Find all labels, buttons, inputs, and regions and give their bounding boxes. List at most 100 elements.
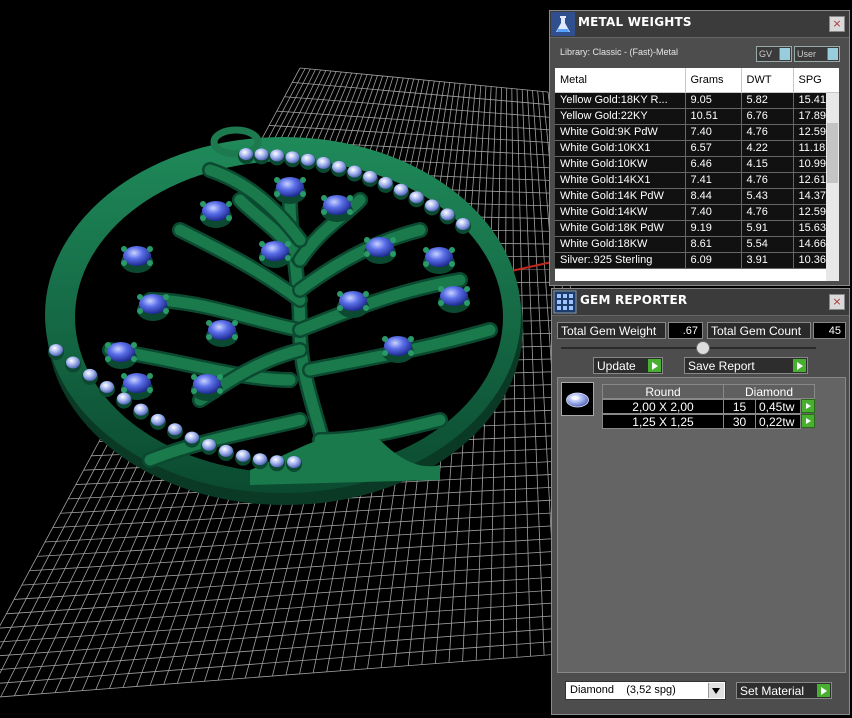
splitter-handle[interactable] xyxy=(696,341,710,355)
metal-row[interactable]: Yellow Gold:18KY R... 9.05 5.82 15.41 xyxy=(555,92,839,109)
gem-prong xyxy=(449,247,455,253)
gem-2mm xyxy=(440,286,468,306)
gem-1-25mm xyxy=(285,151,300,164)
metal-row[interactable]: White Gold:18K PdW 9.19 5.91 15.63 xyxy=(555,220,839,237)
set-material-button[interactable]: Set Material xyxy=(736,682,832,699)
gem-prong xyxy=(191,388,197,394)
metal-grams: 9.05 xyxy=(685,92,742,109)
metal-grams: 6.57 xyxy=(685,140,742,157)
gem-prong xyxy=(163,294,169,300)
metal-grams: 7.40 xyxy=(685,124,742,141)
metal-name: Silver:.925 Sterling xyxy=(555,252,686,269)
material-select[interactable]: Diamond (3,52 spg) xyxy=(565,681,726,700)
gem-1-25mm xyxy=(394,183,408,196)
metal-row[interactable]: White Gold:14K PdW 8.44 5.43 14.37 xyxy=(555,188,839,205)
gv-toggle-label: GV xyxy=(759,49,773,59)
grid-line xyxy=(37,522,598,557)
metal-row[interactable]: Silver:.925 Sterling 6.09 3.91 10.36 xyxy=(555,252,839,269)
library-label: Library: Classic - (Fast)-Metal xyxy=(560,47,679,57)
gem-prong xyxy=(285,241,291,247)
gem-prong xyxy=(121,246,127,252)
tree-of-life-pendant[interactable] xyxy=(45,126,523,505)
gem-prong xyxy=(347,195,353,201)
metal-row[interactable]: White Gold:10KW 6.46 4.15 10.99 xyxy=(555,156,839,173)
gem-prong xyxy=(382,336,388,342)
splitter-track xyxy=(561,347,816,349)
gem-prong xyxy=(105,342,111,348)
column-header-dwt[interactable]: DWT xyxy=(741,68,794,93)
gem-1-25mm xyxy=(134,403,148,416)
column-header-metal[interactable]: Metal xyxy=(555,68,686,93)
gv-toggle[interactable]: GV xyxy=(756,46,792,62)
gem-1-25mm xyxy=(425,199,439,212)
chevron-down-icon[interactable] xyxy=(708,683,724,698)
gem-1-25mm xyxy=(168,423,182,436)
gem-prong xyxy=(259,241,265,247)
update-button[interactable]: Update xyxy=(593,357,663,374)
close-gem-reporter-button[interactable]: × xyxy=(829,294,845,310)
gem-1-25mm xyxy=(332,160,346,173)
close-metal-weights-button[interactable]: × xyxy=(829,16,845,32)
gem-weight: 0,45tw xyxy=(755,399,801,414)
grid-line xyxy=(0,636,611,684)
gem-prong xyxy=(121,373,127,379)
round-gem-thumbnail[interactable] xyxy=(561,382,594,416)
gem-reporter-titlebar[interactable]: GEM REPORTER × xyxy=(552,289,849,316)
gem-prong xyxy=(121,387,127,393)
gem-prong xyxy=(464,300,470,306)
gem-row-go-button[interactable] xyxy=(801,414,815,428)
metal-row[interactable]: White Gold:9K PdW 7.40 4.76 12.59 xyxy=(555,124,839,141)
gem-row-go-button[interactable] xyxy=(801,399,815,413)
gem-1-25mm xyxy=(456,218,470,230)
metal-row[interactable]: White Gold:14KX1 7.41 4.76 12.61 xyxy=(555,172,839,189)
gem-shape-header: Round xyxy=(602,384,724,399)
gem-1-25mm xyxy=(301,153,315,166)
gem-prong xyxy=(259,255,265,261)
gem-prong xyxy=(274,177,280,183)
gem-1-25mm xyxy=(347,165,362,178)
metal-dwt: 4.22 xyxy=(741,140,794,157)
metal-dwt: 6.76 xyxy=(741,108,794,125)
gem-2mm xyxy=(193,374,221,394)
gem-1-25mm xyxy=(185,431,199,444)
total-gem-weight-label: Total Gem Weight xyxy=(557,322,666,339)
gem-prong xyxy=(131,342,137,348)
metal-row[interactable]: Yellow Gold:22KY 10.51 6.76 17.89 xyxy=(555,108,839,125)
gem-prong xyxy=(121,260,127,266)
grid-line xyxy=(292,81,550,106)
user-toggle-knob xyxy=(827,48,838,60)
column-header-grams[interactable]: Grams xyxy=(685,68,742,93)
gem-prong xyxy=(337,305,343,311)
gem-1-25mm xyxy=(254,148,269,161)
gem-1-25mm xyxy=(253,453,267,466)
gem-prong xyxy=(408,336,414,342)
column-header-spg[interactable]: SPG xyxy=(793,68,839,93)
metal-name: White Gold:18KW xyxy=(555,236,686,253)
gem-prong xyxy=(226,215,232,221)
gem-prong xyxy=(382,350,388,356)
gem-1-25mm xyxy=(363,170,377,183)
total-gem-weight-value: .67 xyxy=(668,322,703,339)
gem-count: 30 xyxy=(723,414,756,429)
metal-dwt: 3.91 xyxy=(741,252,794,269)
metal-grams: 6.46 xyxy=(685,156,742,173)
user-toggle[interactable]: User xyxy=(794,46,840,62)
metal-row[interactable]: White Gold:18KW 8.61 5.54 14.66 xyxy=(555,236,839,253)
metal-dwt: 5.91 xyxy=(741,220,794,237)
metal-row[interactable]: White Gold:14KW 7.40 4.76 12.59 xyxy=(555,204,839,221)
gem-prong xyxy=(147,387,153,393)
gem-reporter-panel: GEM REPORTER × Total Gem Weight .67 Tota… xyxy=(551,288,850,715)
metal-table-scrollbar[interactable] xyxy=(826,93,839,281)
gem-2mm xyxy=(139,294,167,314)
gv-toggle-knob xyxy=(779,48,790,60)
scrollbar-thumb[interactable] xyxy=(827,123,838,183)
user-toggle-label: User xyxy=(797,49,817,59)
save-report-button[interactable]: Save Report xyxy=(684,357,808,374)
gem-2mm xyxy=(339,291,367,311)
metal-row[interactable]: White Gold:10KX1 6.57 4.22 11.18 xyxy=(555,140,839,157)
metal-weights-titlebar[interactable]: METAL WEIGHTS × xyxy=(550,11,849,38)
gem-2mm xyxy=(208,320,236,340)
grid-line xyxy=(29,535,599,572)
gem-prong xyxy=(363,291,369,297)
gem-prong xyxy=(200,201,206,207)
